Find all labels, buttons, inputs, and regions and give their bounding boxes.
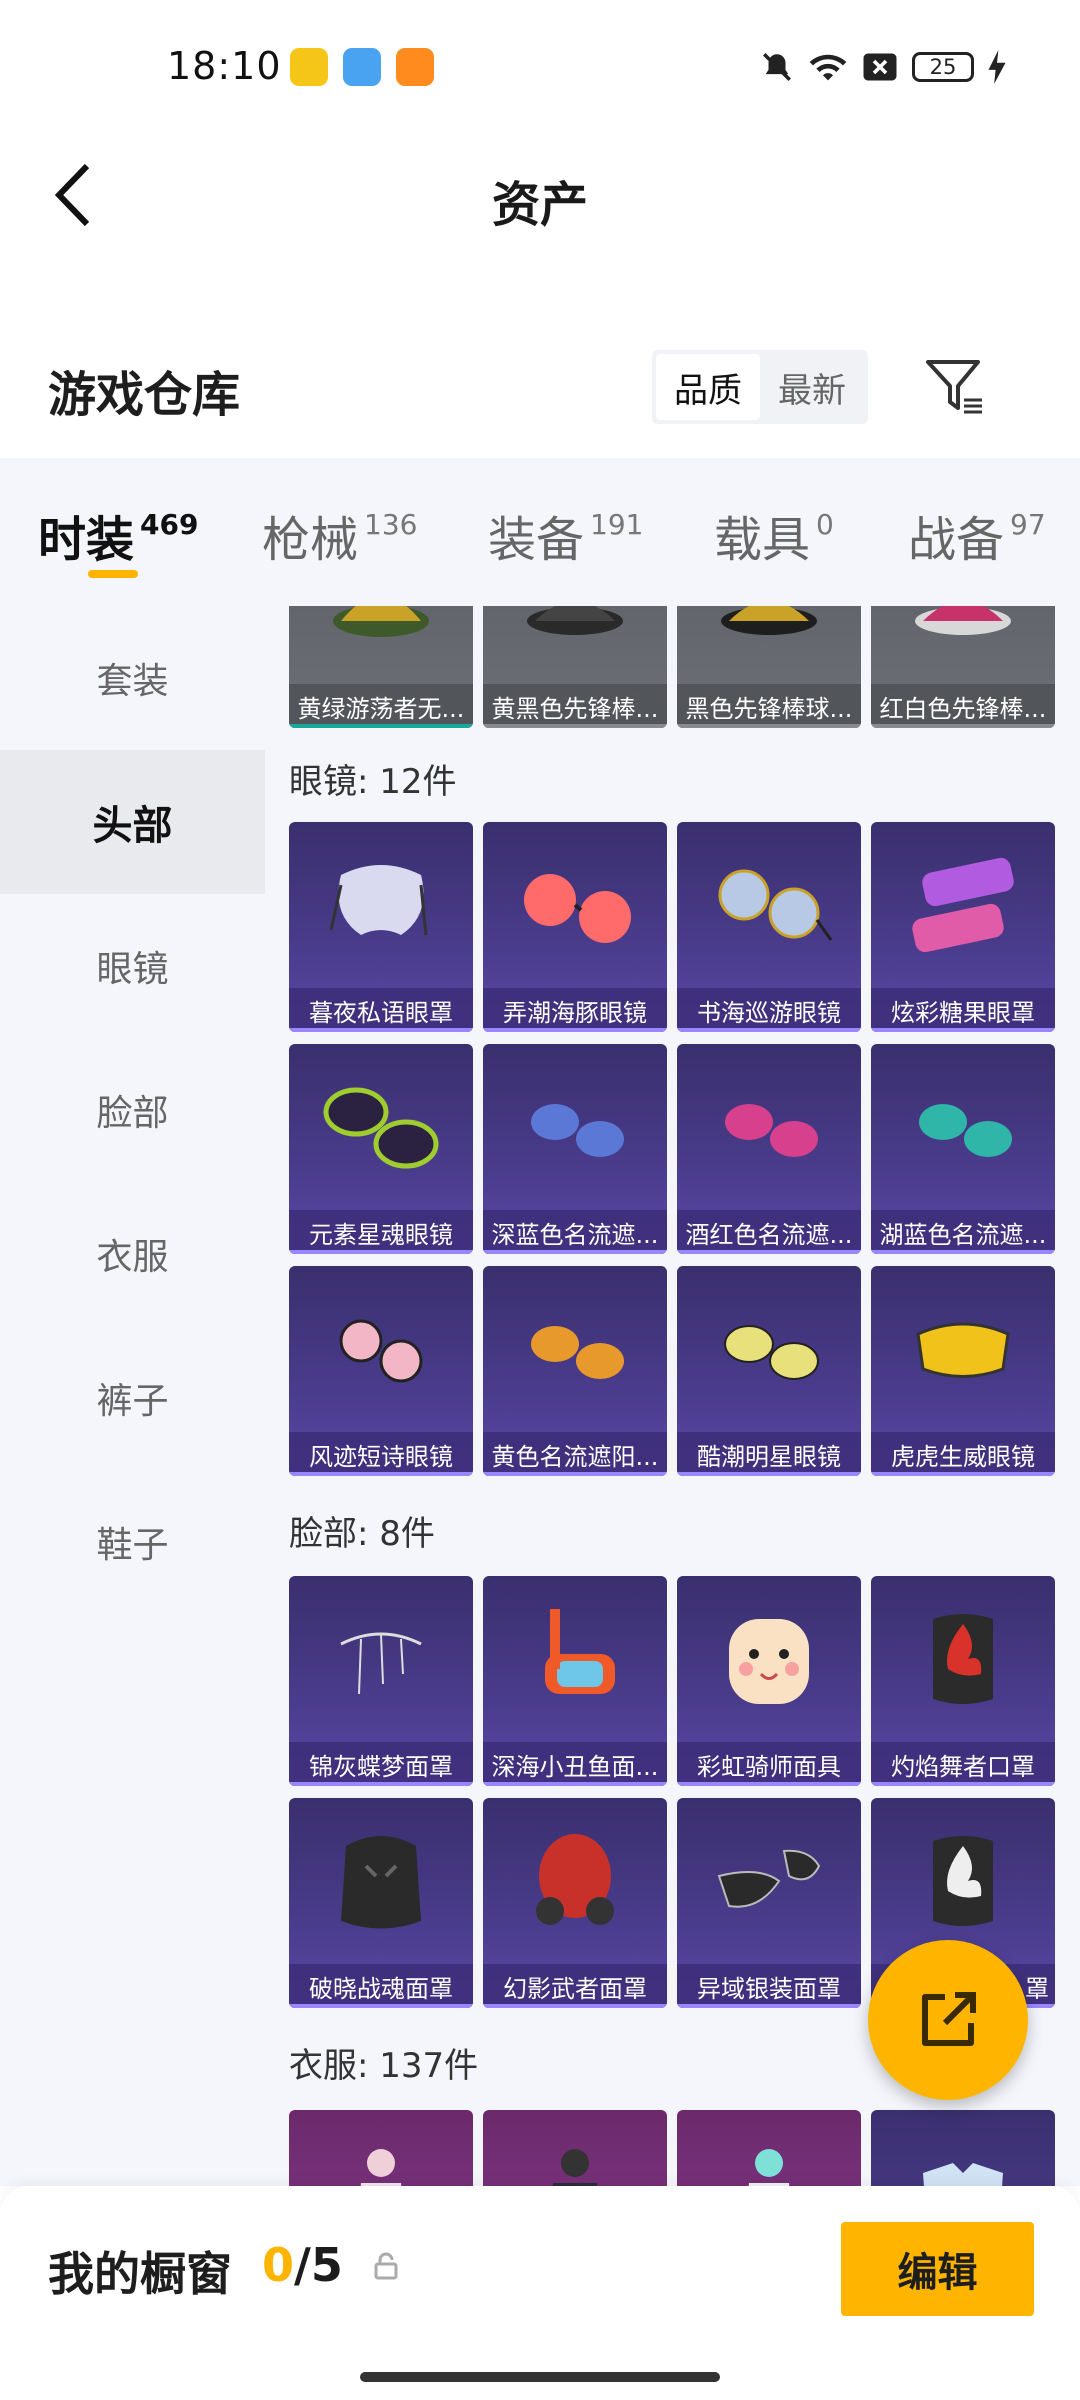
item-card[interactable] <box>677 2110 861 2186</box>
shop-notification-icon <box>396 48 434 86</box>
item-card[interactable]: 黑色先锋棒球... <box>677 606 861 728</box>
item-card[interactable]: 深海小丑鱼面... <box>483 1576 667 1786</box>
item-card[interactable]: 湖蓝色名流遮... <box>871 1044 1055 1254</box>
weather-notification-icon <box>343 48 381 86</box>
active-tab-indicator <box>88 570 138 578</box>
section-title-face: 脸部: 8件 <box>289 1514 435 1554</box>
sleep-mask-icon <box>329 865 428 936</box>
item-card[interactable]: 弄潮海豚眼镜 <box>483 822 667 1032</box>
app-notification-icon <box>290 48 328 86</box>
item-card[interactable]: 风迹短诗眼镜 <box>289 1266 473 1476</box>
item-card[interactable]: 彩虹骑师面具 <box>677 1576 861 1786</box>
aviator-glasses-icon <box>919 1104 1012 1157</box>
cap-icon <box>527 606 623 635</box>
white-flame-mask-icon <box>933 1836 993 1926</box>
cap-icon <box>333 606 429 637</box>
item-card[interactable]: 深蓝色名流遮... <box>483 1044 667 1254</box>
app-header: 资产 <box>0 135 1080 255</box>
filter-button[interactable] <box>924 356 986 418</box>
page-title: 资产 <box>491 177 588 233</box>
item-card[interactable]: 幻影武者面罩 <box>483 1798 667 2008</box>
sort-quality-button[interactable]: 品质 <box>656 354 760 420</box>
dark-mask-icon <box>341 1836 421 1929</box>
item-card[interactable]: 红白色先锋棒... <box>871 606 1055 728</box>
status-bar: 18:10 25 <box>0 0 1080 135</box>
charging-icon <box>988 50 1006 84</box>
outfit-icon <box>923 2163 1003 2186</box>
flame-mask-icon <box>933 1614 993 1704</box>
tab-fashion[interactable]: 时装 469 <box>38 500 198 570</box>
tab-supplies[interactable]: 战备 97 <box>908 500 1046 570</box>
warehouse-title: 游戏仓库 <box>48 367 241 423</box>
item-card[interactable]: 灼焰舞者口罩 <box>871 1576 1055 1786</box>
cap-icon <box>915 606 1011 635</box>
battery-icon: 25 <box>912 52 974 82</box>
share-icon <box>922 1992 976 2046</box>
silver-mask-icon <box>717 1849 821 1908</box>
round-glasses-icon <box>339 1319 423 1383</box>
item-card[interactable]: 酒红色名流遮... <box>677 1044 861 1254</box>
item-card[interactable]: 锦灰蝶梦面罩 <box>289 1576 473 1786</box>
candy-mask-icon <box>912 857 1014 953</box>
item-card[interactable]: 暮夜私语眼罩 <box>289 822 473 1032</box>
showcase-count: 0/5 <box>262 2238 343 2292</box>
sidebar-item-face[interactable]: 脸部 <box>0 1038 265 1182</box>
outfit-icon <box>748 2149 790 2186</box>
wifi-icon <box>809 54 847 81</box>
home-indicator[interactable] <box>360 2372 720 2382</box>
item-card[interactable]: 异域银装面罩 <box>677 1798 861 2008</box>
item-card[interactable]: 元素星魂眼镜 <box>289 1044 473 1254</box>
sidebar: 套装 头部 眼镜 脸部 衣服 裤子 鞋子 <box>0 606 265 2186</box>
outfit-icon <box>360 2149 402 2186</box>
red-warrior-mask-icon <box>536 1834 614 1925</box>
status-time: 18:10 <box>167 44 282 88</box>
item-card[interactable]: 虎虎生威眼镜 <box>871 1266 1055 1476</box>
aviator-glasses-icon <box>531 1104 624 1157</box>
showcase-title: 我的橱窗 <box>48 2247 232 2301</box>
item-card[interactable] <box>289 2110 473 2186</box>
category-tabs: 时装 469 枪械 136 装备 191 载具 0 战备 97 <box>0 458 1080 606</box>
veil-mask-icon <box>340 1632 422 1695</box>
sidebar-item-suits[interactable]: 套装 <box>0 606 265 750</box>
sort-newest-button[interactable]: 最新 <box>760 354 864 420</box>
section-title-clothes: 衣服: 137件 <box>289 2046 479 2086</box>
lock-icon <box>374 2252 398 2280</box>
share-button[interactable] <box>868 1940 1028 2100</box>
goggles-icon <box>916 1322 1010 1378</box>
mute-icon <box>762 52 792 82</box>
sidebar-item-glasses[interactable]: 眼镜 <box>0 894 265 1038</box>
sidebar-item-clothes[interactable]: 衣服 <box>0 1182 265 1326</box>
item-card[interactable]: 酷潮明星眼镜 <box>677 1266 861 1476</box>
sort-toggle: 品质 最新 <box>652 350 868 424</box>
aviator-glasses-icon <box>725 1104 818 1157</box>
filter-icon <box>926 360 982 414</box>
item-card[interactable] <box>483 2110 667 2186</box>
sidebar-item-head[interactable]: 头部 <box>0 750 265 894</box>
glasses-icon <box>323 1087 439 1169</box>
tab-equipment[interactable]: 装备 191 <box>488 500 643 570</box>
showcase-bar: 我的橱窗 0/5 编辑 <box>0 2186 1080 2400</box>
smiley-mask-icon <box>729 1619 809 1704</box>
item-card[interactable]: 书海巡游眼镜 <box>677 822 861 1032</box>
sidebar-item-shoes[interactable]: 鞋子 <box>0 1470 265 1614</box>
snorkel-mask-icon <box>545 1609 615 1694</box>
item-card[interactable]: 黄黑色先锋棒... <box>483 606 667 728</box>
item-card[interactable] <box>871 2110 1055 2186</box>
section-title-glasses: 眼镜: 12件 <box>289 762 457 802</box>
tab-vehicles[interactable]: 载具 0 <box>714 500 834 570</box>
item-card[interactable]: 黄绿游荡者无... <box>289 606 473 728</box>
edit-button[interactable]: 编辑 <box>841 2222 1034 2316</box>
item-card[interactable]: 炫彩糖果眼罩 <box>871 822 1055 1032</box>
glasses-icon <box>524 874 631 943</box>
aviator-glasses-icon <box>531 1326 624 1379</box>
tab-guns[interactable]: 枪械 136 <box>262 500 417 570</box>
aviator-glasses-icon <box>724 1325 819 1380</box>
glasses-icon <box>718 869 833 941</box>
item-card[interactable]: 黄色名流遮阳... <box>483 1266 667 1476</box>
item-card[interactable]: 破晓战魂面罩 <box>289 1798 473 2008</box>
cap-icon <box>721 606 817 635</box>
sidebar-item-pants[interactable]: 裤子 <box>0 1326 265 1470</box>
outfit-icon <box>552 2149 598 2186</box>
sim-off-icon <box>863 53 897 81</box>
